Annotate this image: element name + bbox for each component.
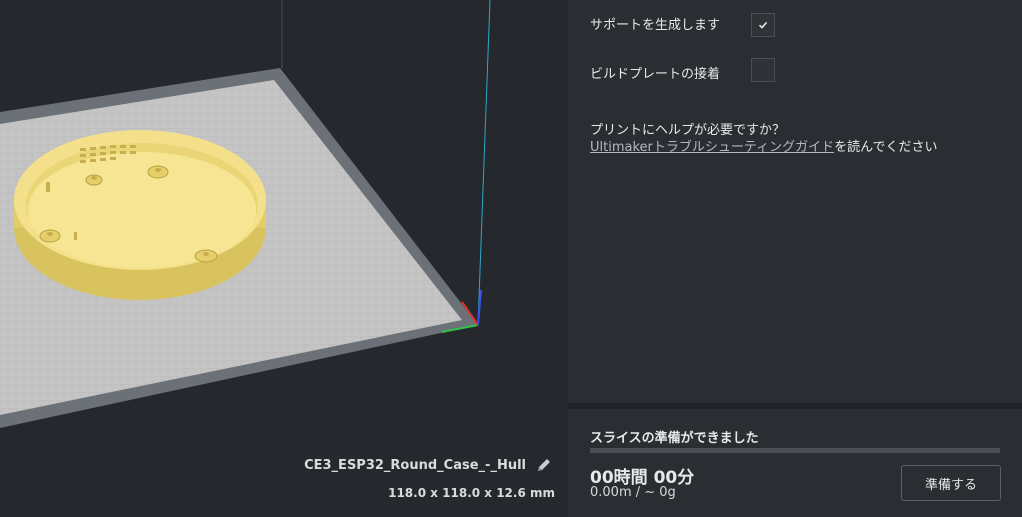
check-icon: [758, 21, 768, 29]
help-question: プリントにヘルプが必要ですか？: [590, 123, 786, 138]
troubleshooting-guide-link[interactable]: Ultimakerトラブルシューティングガイド: [590, 140, 834, 155]
help-line: Ultimakerトラブルシューティングガイドを読んでください: [590, 139, 937, 156]
pencil-icon: [538, 459, 550, 471]
help-suffix: を読んでください: [834, 140, 938, 155]
help-section: プリントにヘルプが必要ですか？ Ultimakerトラブルシューティングガイドを…: [590, 122, 937, 156]
prepare-button[interactable]: 準備する: [901, 465, 1001, 501]
support-label: サポートを生成します: [590, 18, 721, 33]
3d-viewport[interactable]: CE3_ESP32_Round_Case_-_Hull 118.0 x 118.…: [0, 0, 568, 517]
support-checkbox[interactable]: [751, 13, 775, 37]
model-round-case[interactable]: [14, 130, 266, 300]
edit-name-button[interactable]: [536, 457, 554, 475]
model-name: CE3_ESP32_Round_Case_-_Hull: [304, 458, 526, 473]
adhesion-label: ビルドプレートの接着: [590, 67, 721, 82]
volume-edge-right: [477, 0, 491, 326]
model-dimensions: 118.0 x 118.0 x 12.6 mm: [388, 486, 555, 500]
adhesion-checkbox[interactable]: [751, 58, 775, 82]
slice-progress-bar: [590, 448, 1000, 453]
material-estimate: 0.00m / ~ 0g: [590, 485, 676, 500]
print-settings-panel: サポートを生成します ビルドプレートの接着 プリントにヘルプが必要ですか？ Ul…: [568, 0, 1022, 403]
action-panel: スライスの準備ができました 00時間 00分 0.00m / ~ 0g 準備する: [568, 409, 1022, 517]
slice-status: スライスの準備ができました: [590, 431, 759, 446]
build-volume-scene[interactable]: [0, 0, 568, 517]
